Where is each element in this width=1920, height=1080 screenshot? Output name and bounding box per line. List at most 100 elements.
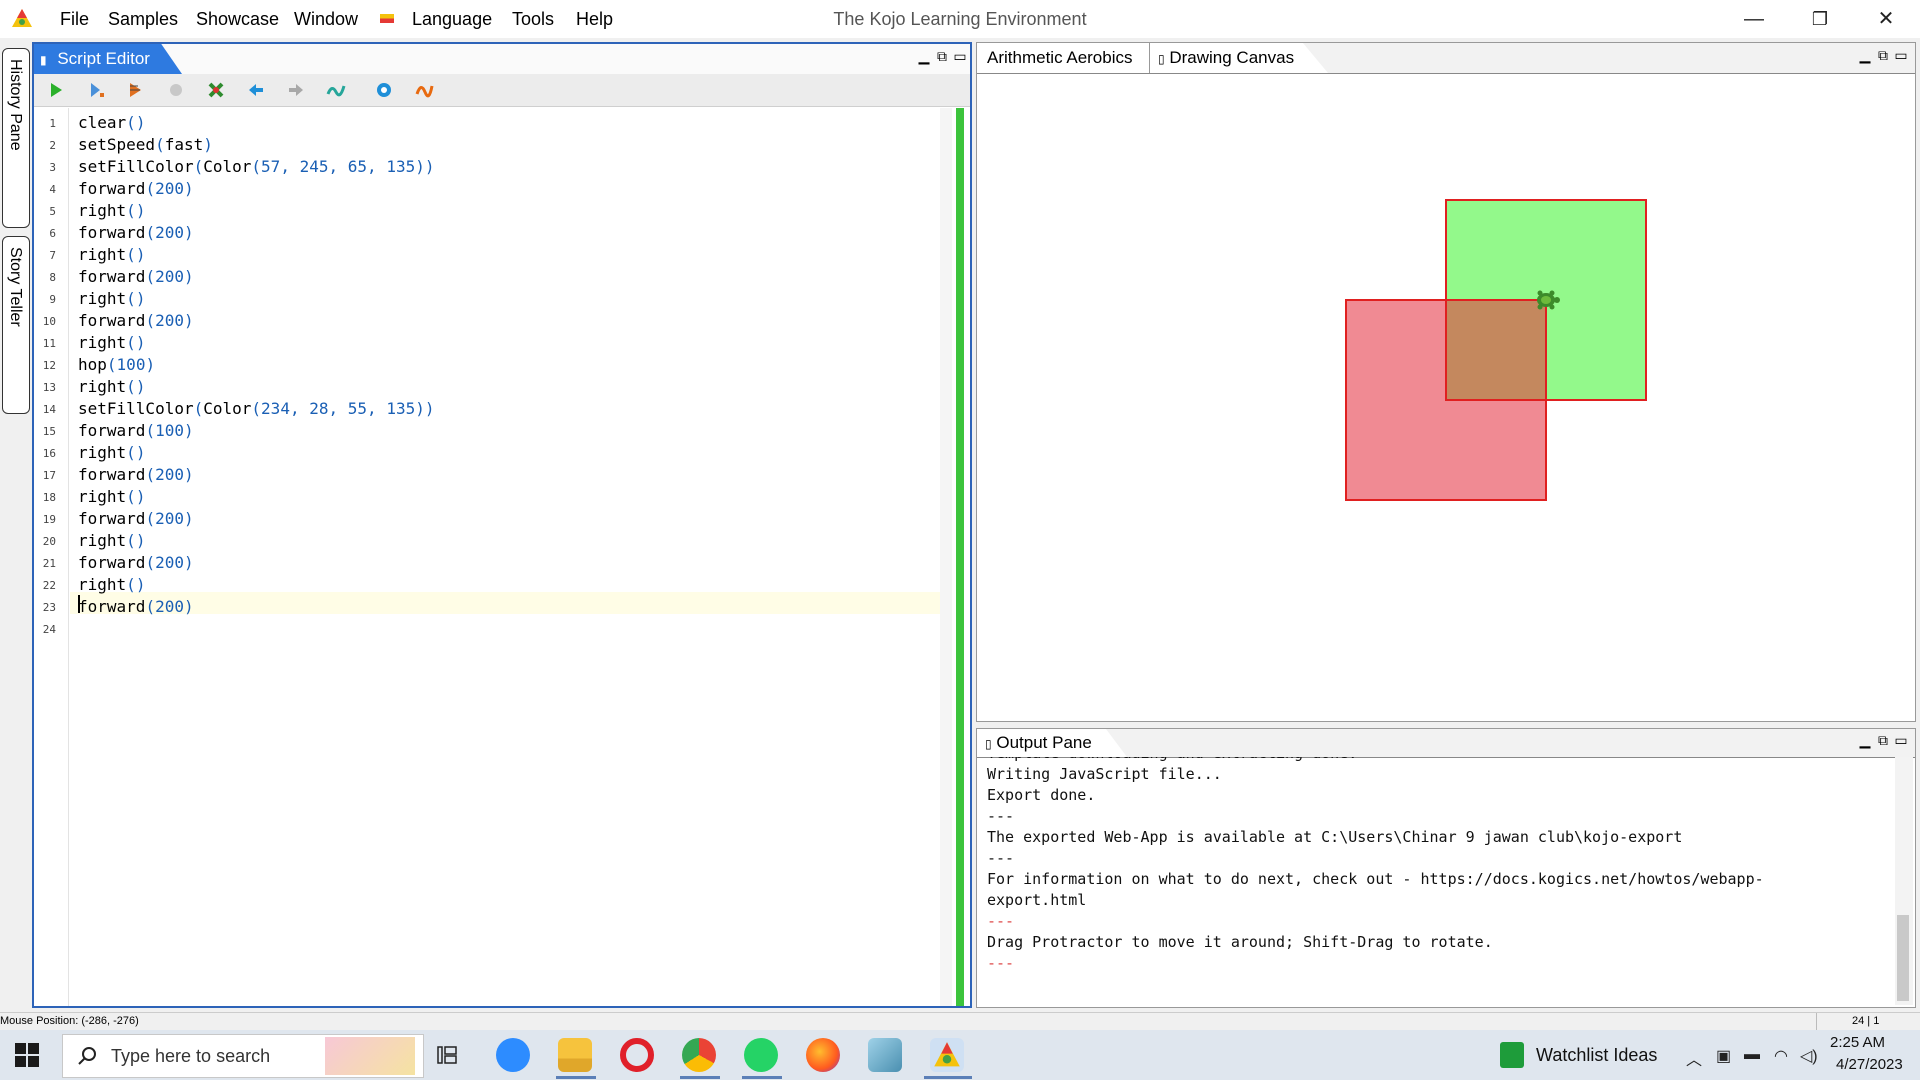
code-line: setSpeed(fast) bbox=[78, 135, 213, 154]
meet-now-icon[interactable]: ▣ bbox=[1716, 1046, 1731, 1066]
code-line: setFillColor(Color(57, 245, 65, 135)) bbox=[78, 157, 435, 176]
running-indicator bbox=[556, 1076, 596, 1079]
line-number: 24 bbox=[42, 623, 56, 636]
maximize-button[interactable]: ❐ bbox=[1790, 0, 1850, 38]
line-number: 18 bbox=[42, 491, 56, 504]
output-line: Writing JavaScript file... bbox=[987, 765, 1222, 783]
tab-arithmetic-aerobics[interactable]: Arithmetic Aerobics bbox=[977, 43, 1150, 73]
history-pane-label: History Pane bbox=[7, 59, 24, 151]
document-icon: ▮ bbox=[40, 53, 47, 67]
search-placeholder: Type here to search bbox=[111, 1046, 271, 1066]
code-line: hop(100) bbox=[78, 355, 156, 374]
whatsapp-icon[interactable] bbox=[744, 1038, 778, 1072]
panel-minimize-icon[interactable]: ▁ bbox=[916, 48, 932, 65]
code-line: right() bbox=[78, 289, 146, 308]
stock-chart-icon[interactable] bbox=[1500, 1042, 1524, 1068]
code-line: forward(200) bbox=[78, 267, 194, 286]
output-scroll-thumb[interactable] bbox=[1897, 915, 1909, 1001]
line-number: 21 bbox=[42, 557, 56, 570]
notepad-icon[interactable] bbox=[868, 1038, 902, 1072]
editor-scrollbar[interactable] bbox=[940, 108, 952, 1006]
zoom-icon[interactable] bbox=[496, 1038, 530, 1072]
clock-date[interactable]: 4/27/2023 bbox=[1836, 1056, 1903, 1073]
panel-maximize-icon[interactable]: ▭ bbox=[952, 48, 968, 65]
code-line: forward(200) bbox=[78, 509, 194, 528]
undo-icon[interactable] bbox=[246, 80, 266, 100]
stop-icon[interactable] bbox=[166, 80, 186, 100]
show-hidden-icons-chevron-icon[interactable]: ︿ bbox=[1686, 1046, 1702, 1070]
history-icon[interactable] bbox=[414, 80, 434, 100]
watchlist-widget-label[interactable]: Watchlist Ideas bbox=[1536, 1030, 1657, 1080]
help-icon[interactable] bbox=[374, 80, 394, 100]
taskbar-search-box[interactable]: Type here to search bbox=[62, 1034, 424, 1078]
code-line: setFillColor(Color(234, 28, 55, 135)) bbox=[78, 399, 435, 418]
run-icon[interactable] bbox=[46, 80, 66, 100]
close-button[interactable]: ✕ bbox=[1856, 0, 1916, 38]
output-line: --- bbox=[987, 849, 1015, 867]
running-indicator bbox=[680, 1076, 720, 1079]
code-line: forward(200) bbox=[78, 223, 194, 242]
output-text[interactable]: Template downloading and extracting done… bbox=[987, 757, 1887, 1005]
code-line: forward(200) bbox=[78, 179, 194, 198]
windows-start-icon[interactable] bbox=[14, 1042, 40, 1068]
panel-maximize-icon[interactable]: ▭ bbox=[1893, 732, 1909, 749]
line-number: 7 bbox=[49, 249, 56, 262]
editor-tab-strip: ▮ Script Editor ▁ ⧉ ▭ bbox=[34, 44, 970, 75]
clock-time[interactable]: 2:25 AM bbox=[1830, 1034, 1885, 1051]
code-line: right() bbox=[78, 531, 146, 550]
drawing-canvas[interactable] bbox=[977, 74, 1915, 721]
search-highlight-image bbox=[325, 1037, 415, 1075]
trace-icon[interactable] bbox=[126, 80, 146, 100]
panel-minimize-icon[interactable]: ▁ bbox=[1857, 47, 1873, 64]
file-explorer-icon[interactable] bbox=[558, 1038, 592, 1072]
document-icon: ▯ bbox=[985, 737, 992, 751]
tab-script-editor[interactable]: ▮ Script Editor bbox=[34, 44, 182, 74]
redo-icon[interactable] bbox=[286, 80, 306, 100]
output-scrollbar[interactable] bbox=[1895, 757, 1913, 1005]
code-editor[interactable]: clear() setSpeed(fast) setFillColor(Color(… bbox=[70, 108, 940, 1006]
code-line: right() bbox=[78, 201, 146, 220]
output-pane: ▯ Output Pane ▁ ⧉ ▭ Template downloading… bbox=[976, 728, 1916, 1008]
battery-icon[interactable]: ▬ bbox=[1744, 1046, 1760, 1064]
line-number: 14 bbox=[42, 403, 56, 416]
line-number-gutter: 1 2 3 4 5 6 7 8 9 10 11 12 13 14 15 16 17 18 19 20 21 22 23 24 bbox=[34, 108, 69, 1006]
canvas-tab-strip: Arithmetic Aerobics ▯ Drawing Canvas ▁ ⧉… bbox=[977, 43, 1915, 74]
code-line: right() bbox=[78, 333, 146, 352]
opera-icon[interactable] bbox=[620, 1038, 654, 1072]
task-view-icon[interactable] bbox=[436, 1044, 458, 1066]
line-number: 5 bbox=[49, 205, 56, 218]
panel-undock-icon[interactable]: ⧉ bbox=[1875, 47, 1891, 64]
tab-drawing-canvas[interactable]: ▯ Drawing Canvas bbox=[1149, 43, 1328, 73]
output-line: --- bbox=[987, 954, 1015, 972]
window-title: The Kojo Learning Environment bbox=[833, 9, 1087, 29]
line-number: 23 bbox=[42, 601, 56, 614]
output-tab-strip: ▯ Output Pane ▁ ⧉ ▭ bbox=[977, 729, 1915, 758]
line-number: 10 bbox=[42, 315, 56, 328]
line-number: 17 bbox=[42, 469, 56, 482]
panel-maximize-icon[interactable]: ▭ bbox=[1893, 47, 1909, 64]
line-number: 11 bbox=[42, 337, 56, 350]
chrome-icon[interactable] bbox=[682, 1038, 716, 1072]
tab-output-pane[interactable]: ▯ Output Pane bbox=[977, 729, 1127, 757]
mouse-position-readout: Mouse Position: (-286, -276) bbox=[0, 1015, 139, 1027]
minimize-button[interactable]: — bbox=[1724, 0, 1784, 38]
code-line: right() bbox=[78, 575, 146, 594]
running-indicator bbox=[924, 1076, 972, 1079]
panel-undock-icon[interactable]: ⧉ bbox=[1875, 732, 1891, 749]
line-number: 4 bbox=[49, 183, 56, 196]
volume-icon[interactable]: ◁) bbox=[1800, 1046, 1818, 1066]
format-icon[interactable] bbox=[326, 80, 346, 100]
kojo-icon[interactable] bbox=[930, 1038, 964, 1072]
code-line: forward(200) bbox=[78, 311, 194, 330]
line-number: 8 bbox=[49, 271, 56, 284]
story-teller-tab[interactable]: Story Teller bbox=[2, 236, 30, 414]
wifi-icon[interactable]: ◠ bbox=[1774, 1046, 1788, 1066]
panel-undock-icon[interactable]: ⧉ bbox=[934, 48, 950, 65]
firefox-icon[interactable] bbox=[806, 1038, 840, 1072]
output-line: export.html bbox=[987, 891, 1087, 909]
panel-minimize-icon[interactable]: ▁ bbox=[1857, 732, 1873, 749]
run-worksheet-icon[interactable] bbox=[86, 80, 106, 100]
history-pane-tab[interactable]: History Pane bbox=[2, 48, 30, 228]
clear-icon[interactable] bbox=[206, 80, 226, 100]
document-icon: ▯ bbox=[1158, 52, 1165, 66]
